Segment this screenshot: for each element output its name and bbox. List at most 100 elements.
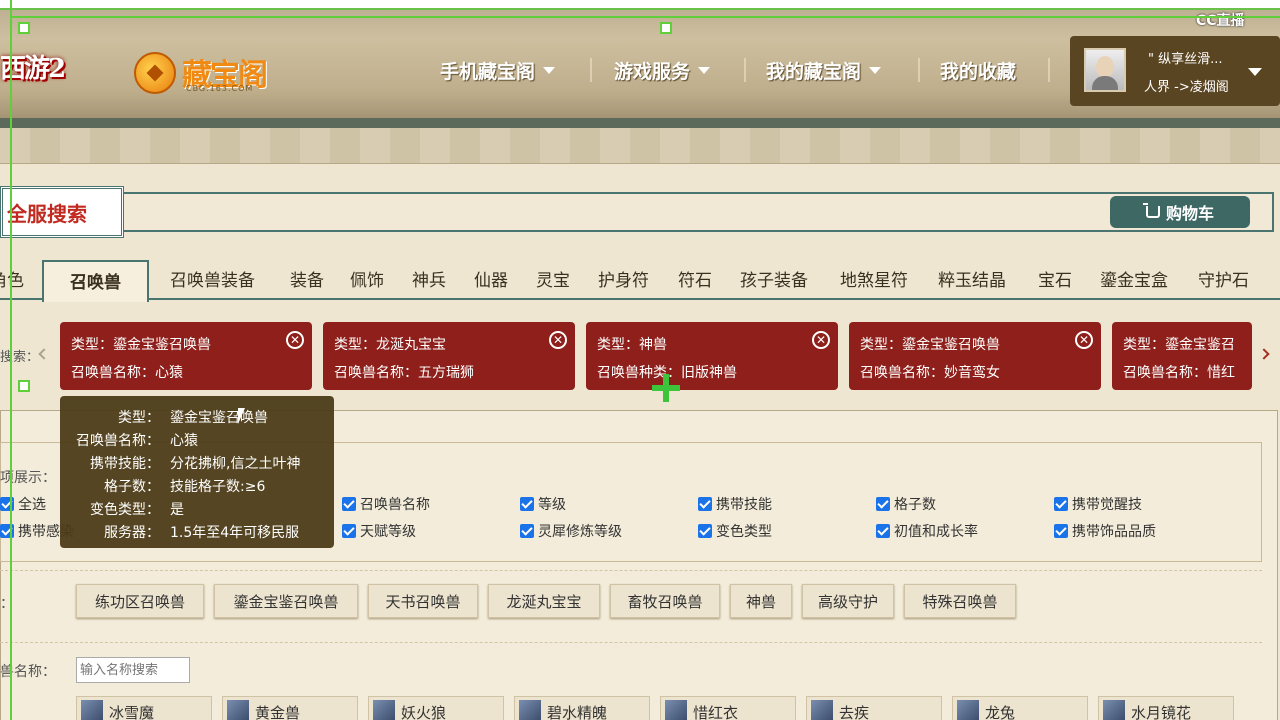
type-button[interactable]: 天书召唤兽 [368, 584, 478, 618]
pet-thumbnail [373, 700, 395, 720]
pet-item[interactable]: 去疾 [806, 696, 942, 720]
tooltip-key: 格子数： [104, 479, 160, 495]
tab-gem[interactable]: 宝石 [1038, 266, 1072, 291]
nav-game-services[interactable]: 游戏服务 [614, 56, 711, 84]
pet-item[interactable]: 水月镜花 [1098, 696, 1234, 720]
filter-chip[interactable]: 类型：鎏金宝鉴召唤兽 召唤兽名称：心猿 ✕ [60, 322, 312, 390]
chip-type: 类型：龙涎丸宝宝 [334, 337, 446, 353]
pet-thumbnail [665, 700, 687, 720]
tab-summon-equip[interactable]: 召唤兽装备 [170, 266, 255, 291]
type-button[interactable]: 畜牧召唤兽 [610, 584, 720, 618]
type-button[interactable]: 特殊召唤兽 [904, 584, 1016, 618]
resize-handle[interactable] [18, 22, 30, 34]
tab-role[interactable]: 角色 [0, 266, 24, 291]
site-logo[interactable]: 藏宝阁 CBG.163.COM [134, 46, 274, 96]
tab-accessory[interactable]: 佩饰 [350, 266, 384, 291]
close-icon[interactable]: ✕ [1075, 331, 1093, 349]
close-icon[interactable]: ✕ [812, 331, 830, 349]
filter-chip[interactable]: 类型：神兽 召唤兽种类：旧版神兽 ✕ [586, 322, 838, 390]
checkbox-label: 携带技能 [716, 497, 772, 513]
type-button[interactable]: 龙涎丸宝宝 [488, 584, 600, 618]
tab-spirit-treasure[interactable]: 灵宝 [536, 266, 570, 291]
pet-item[interactable]: 黄金兽 [222, 696, 358, 720]
nav-my-cbg[interactable]: 我的藏宝阁 [766, 56, 882, 84]
filter-label: 搜索： [0, 350, 40, 365]
tooltip-value: 心猿 [170, 433, 198, 449]
nav-label: 手机藏宝阁 [440, 60, 536, 83]
filter-chip[interactable]: 类型：龙涎丸宝宝 召唤兽名称：五方瑞狮 ✕ [323, 322, 575, 390]
pet-name: 水月镜花 [1131, 704, 1192, 720]
checkbox-color-type[interactable]: 变色类型 [698, 521, 772, 541]
tab-amulet[interactable]: 护身符 [598, 266, 649, 291]
tab-immortal-artifact[interactable]: 仙器 [474, 266, 508, 291]
cart-button[interactable]: 购物车 [1110, 196, 1250, 228]
tab-jade-crystal[interactable]: 粹玉结晶 [938, 266, 1006, 291]
type-button[interactable]: 鎏金宝鉴召唤兽 [214, 584, 358, 618]
tab-rune-stone[interactable]: 符石 [678, 266, 712, 291]
nav-my-favorites[interactable]: 我的收藏 [940, 56, 1016, 84]
tab-star-rune[interactable]: 地煞星符 [840, 266, 908, 291]
checkbox-awakening-skill[interactable]: 携带觉醒技 [1054, 494, 1142, 514]
filter-chip[interactable]: 类型：鎏金宝鉴召唤兽 召唤兽名称：妙音鸾女 ✕ [849, 322, 1101, 390]
close-icon[interactable]: ✕ [549, 331, 567, 349]
close-icon[interactable]: ✕ [286, 331, 304, 349]
checkbox-checked-icon [520, 524, 534, 538]
pet-thumbnail [1103, 700, 1125, 720]
checkbox-checked-icon [876, 497, 890, 511]
checkbox-cultivation-level[interactable]: 灵犀修炼等级 [520, 521, 622, 541]
tab-guardian-stone[interactable]: 守护石 [1198, 266, 1249, 291]
checkbox-slots[interactable]: 格子数 [876, 494, 936, 514]
pet-item[interactable]: 龙兔 [952, 696, 1088, 720]
chevron-down-icon[interactable] [1248, 68, 1262, 76]
tab-summon[interactable]: 召唤兽 [42, 260, 149, 302]
name-search-label: 兽名称： [0, 664, 56, 680]
checkbox-select-all[interactable]: 全选 [0, 494, 46, 514]
tooltip-key: 召唤兽名称： [76, 433, 160, 449]
category-tabs: 角色 召唤兽 召唤兽装备 装备 佩饰 神兵 仙器 灵宝 护身符 符石 孩子装备 … [0, 258, 1280, 302]
checkbox-skills[interactable]: 携带技能 [698, 494, 772, 514]
user-menu[interactable]: " 纵享丝滑... 人界 ->凌烟阁 [1070, 36, 1280, 106]
tab-golden-box[interactable]: 鎏金宝盒 [1100, 266, 1168, 291]
name-search-input[interactable] [76, 657, 190, 683]
checkbox-checked-icon [698, 497, 712, 511]
nav-mobile-cbg[interactable]: 手机藏宝阁 [440, 56, 556, 84]
type-button[interactable]: 神兽 [730, 584, 792, 618]
chevron-right-icon[interactable] [1258, 348, 1270, 360]
pet-thumbnail [519, 700, 541, 720]
game-logo[interactable]: 西游2 [0, 48, 100, 96]
type-button[interactable]: 练功区召唤兽 [76, 584, 204, 618]
user-server: 人界 ->凌烟阁 [1144, 80, 1229, 95]
display-options-label: 项展示： [0, 470, 56, 486]
pet-item[interactable]: 冰雪魔 [76, 696, 212, 720]
tooltip-value: 鎏金宝鉴召唤兽 [170, 410, 268, 426]
checkbox-accessory-quality[interactable]: 携带饰品品质 [1054, 521, 1156, 541]
chevron-left-icon[interactable] [38, 348, 50, 360]
tab-equip[interactable]: 装备 [290, 266, 324, 291]
chip-type: 类型：鎏金宝鉴召唤兽 [71, 337, 211, 353]
checkbox-label: 召唤兽名称 [360, 497, 430, 513]
checkbox-summon-name[interactable]: 召唤兽名称 [342, 494, 430, 514]
cc-live-logo: CC直播 [1196, 13, 1245, 29]
pet-item[interactable]: 惜红衣 [660, 696, 796, 720]
tab-child-equip[interactable]: 孩子装备 [740, 266, 808, 291]
tab-divine-weapon[interactable]: 神兵 [412, 266, 446, 291]
cart-icon [1142, 203, 1160, 218]
pet-item[interactable]: 妖火狼 [368, 696, 504, 720]
tooltip-row: 类型： 鎏金宝鉴召唤兽 [60, 407, 334, 427]
resize-handle[interactable] [18, 380, 30, 392]
checkbox-label: 变色类型 [716, 524, 772, 540]
pet-thumbnail [227, 700, 249, 720]
checkbox-growth-rate[interactable]: 初值和成长率 [876, 521, 978, 541]
checkbox-talent-level[interactable]: 天赋等级 [342, 521, 416, 541]
nav-label: 我的收藏 [940, 60, 1017, 83]
search-input[interactable] [124, 192, 1274, 232]
filter-chip[interactable]: 类型：鎏金宝鉴召 召唤兽名称：惜红 [1112, 322, 1252, 390]
resize-handle[interactable] [660, 22, 672, 34]
checkbox-checked-icon [1054, 497, 1068, 511]
checkbox-level[interactable]: 等级 [520, 494, 566, 514]
type-button[interactable]: 高级守护 [802, 584, 894, 618]
pet-item[interactable]: 碧水精魄 [514, 696, 650, 720]
tooltip-row: 服务器： 1.5年至4年可移民服 [60, 522, 334, 542]
checkbox-label: 天赋等级 [360, 524, 416, 540]
tooltip-value: 技能格子数:≥6 [170, 479, 266, 495]
